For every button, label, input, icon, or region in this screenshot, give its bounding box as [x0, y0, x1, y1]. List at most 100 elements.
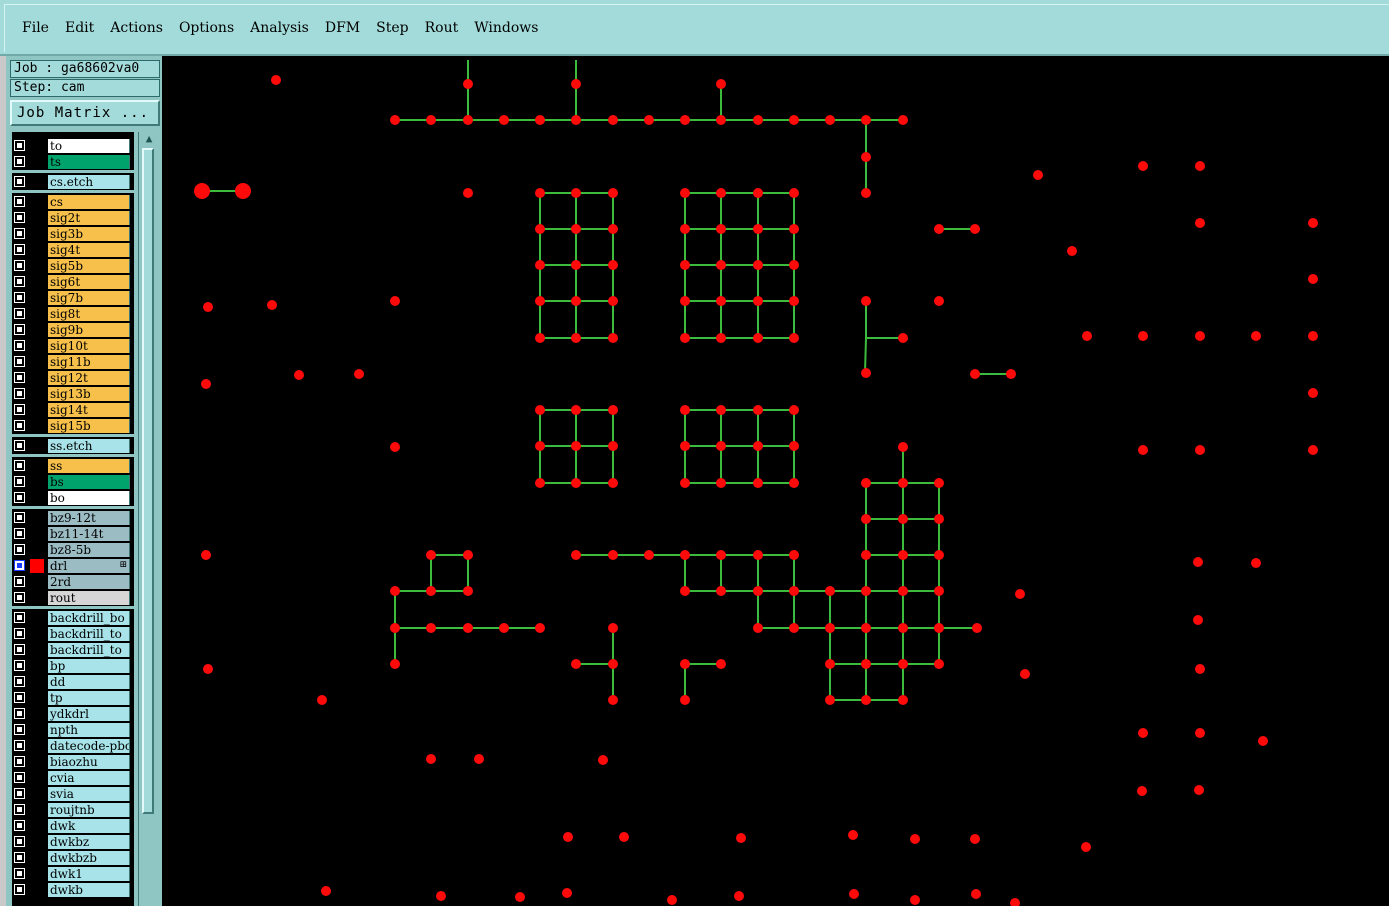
- layer-color-swatch[interactable]: [30, 755, 44, 769]
- drill-pad[interactable]: [499, 623, 509, 633]
- drill-pad[interactable]: [934, 224, 944, 234]
- drill-pad[interactable]: [571, 550, 581, 560]
- drill-pad[interactable]: [789, 586, 799, 596]
- drill-pad[interactable]: [716, 441, 726, 451]
- layer-checkbox[interactable]: [14, 852, 25, 863]
- layer-checkbox[interactable]: [14, 560, 25, 571]
- graphics-canvas[interactable]: [162, 56, 1389, 906]
- drill-pad[interactable]: [1138, 331, 1148, 341]
- drill-pad[interactable]: [463, 79, 473, 89]
- layer-row-datecode-pbo[interactable]: datecode-pbo: [12, 738, 134, 754]
- layer-checkbox[interactable]: [14, 660, 25, 671]
- drill-pad[interactable]: [898, 333, 908, 343]
- layer-row-dd[interactable]: dd: [12, 674, 134, 690]
- drill-pad[interactable]: [608, 224, 618, 234]
- layer-row-backdrill_bo[interactable]: backdrill_bo: [12, 610, 134, 626]
- layer-checkbox[interactable]: [14, 260, 25, 271]
- layer-row-sig3b[interactable]: sig3b: [12, 226, 134, 242]
- drill-pad[interactable]: [716, 659, 726, 669]
- layer-name[interactable]: ydkdrl: [48, 707, 130, 721]
- menu-edit[interactable]: Edit: [57, 18, 102, 38]
- layer-row-backdrill_to[interactable]: backdrill_to: [12, 642, 134, 658]
- drill-pad[interactable]: [680, 296, 690, 306]
- layer-checkbox[interactable]: [14, 176, 25, 187]
- drill-pad[interactable]: [571, 659, 581, 669]
- drill-pad[interactable]: [898, 478, 908, 488]
- drill-pad[interactable]: [1138, 728, 1148, 738]
- layer-name[interactable]: dwkbzb: [48, 851, 130, 865]
- drill-pad[interactable]: [716, 478, 726, 488]
- layer-color-swatch[interactable]: [30, 195, 44, 209]
- layer-name[interactable]: dd: [48, 675, 130, 689]
- drill-pad[interactable]: [426, 623, 436, 633]
- menu-analysis[interactable]: Analysis: [242, 18, 317, 38]
- drill-pad[interactable]: [608, 659, 618, 669]
- drill-pad[interactable]: [716, 405, 726, 415]
- drill-pad[interactable]: [608, 260, 618, 270]
- layer-color-swatch[interactable]: [30, 803, 44, 817]
- layer-row-npth[interactable]: npth: [12, 722, 134, 738]
- layer-row-bs[interactable]: bs: [12, 474, 134, 490]
- drill-pad[interactable]: [426, 115, 436, 125]
- layer-checkbox[interactable]: [14, 388, 25, 399]
- drill-pad[interactable]: [535, 333, 545, 343]
- layer-name[interactable]: sig10t: [48, 339, 130, 353]
- drill-pad[interactable]: [1195, 218, 1205, 228]
- layer-row-2rd[interactable]: 2rd: [12, 574, 134, 590]
- drill-pad[interactable]: [789, 115, 799, 125]
- drill-pad[interactable]: [716, 188, 726, 198]
- layer-color-swatch[interactable]: [30, 787, 44, 801]
- drill-pad[interactable]: [1258, 736, 1268, 746]
- layer-checkbox[interactable]: [14, 324, 25, 335]
- layer-row-sig11b[interactable]: sig11b: [12, 354, 134, 370]
- drill-pad[interactable]: [390, 296, 400, 306]
- layer-checkbox[interactable]: [14, 868, 25, 879]
- drill-pad[interactable]: [1195, 331, 1205, 341]
- drill-pad[interactable]: [535, 441, 545, 451]
- layer-checkbox[interactable]: [14, 372, 25, 383]
- drill-pad[interactable]: [571, 333, 581, 343]
- layer-row-sig12t[interactable]: sig12t: [12, 370, 134, 386]
- layer-name[interactable]: dwkb: [48, 883, 130, 897]
- layer-name[interactable]: sig9b: [48, 323, 130, 337]
- drill-pad[interactable]: [910, 834, 920, 844]
- drill-pad[interactable]: [861, 623, 871, 633]
- drill-pad[interactable]: [619, 832, 629, 842]
- drill-pad[interactable]: [972, 623, 982, 633]
- drill-pad[interactable]: [825, 659, 835, 669]
- drill-pad[interactable]: [1308, 274, 1318, 284]
- drill-pad[interactable]: [390, 442, 400, 452]
- drill-pad[interactable]: [1033, 170, 1043, 180]
- layer-row-ts[interactable]: ts: [12, 154, 134, 170]
- drill-pad[interactable]: [608, 478, 618, 488]
- layer-checkbox[interactable]: [14, 692, 25, 703]
- drill-pad[interactable]: [970, 834, 980, 844]
- layer-checkbox[interactable]: [14, 212, 25, 223]
- layer-checkbox[interactable]: [14, 644, 25, 655]
- layer-checkbox[interactable]: [14, 492, 25, 503]
- drill-pad[interactable]: [608, 188, 618, 198]
- menu-actions[interactable]: Actions: [102, 18, 171, 38]
- layer-row-to[interactable]: to: [12, 138, 134, 154]
- layer-checkbox[interactable]: [14, 528, 25, 539]
- menu-step[interactable]: Step: [368, 18, 416, 38]
- layer-checkbox[interactable]: [14, 788, 25, 799]
- layer-color-swatch[interactable]: [30, 591, 44, 605]
- drill-pad[interactable]: [861, 586, 871, 596]
- layer-row-sig4t[interactable]: sig4t: [12, 242, 134, 258]
- layer-color-swatch[interactable]: [30, 323, 44, 337]
- layer-name[interactable]: cs: [48, 195, 130, 209]
- layer-checkbox[interactable]: [14, 140, 25, 151]
- drill-pad[interactable]: [898, 586, 908, 596]
- drill-pad[interactable]: [1195, 161, 1205, 171]
- drill-pad[interactable]: [716, 224, 726, 234]
- layer-row-tp[interactable]: tp: [12, 690, 134, 706]
- layer-checkbox[interactable]: [14, 292, 25, 303]
- drill-pad[interactable]: [789, 441, 799, 451]
- layer-checkbox[interactable]: [14, 612, 25, 623]
- drill-pad[interactable]: [716, 550, 726, 560]
- layer-checkbox[interactable]: [14, 440, 25, 451]
- drill-pad[interactable]: [716, 586, 726, 596]
- drill-pad[interactable]: [499, 115, 509, 125]
- menu-dfm[interactable]: DFM: [317, 18, 368, 38]
